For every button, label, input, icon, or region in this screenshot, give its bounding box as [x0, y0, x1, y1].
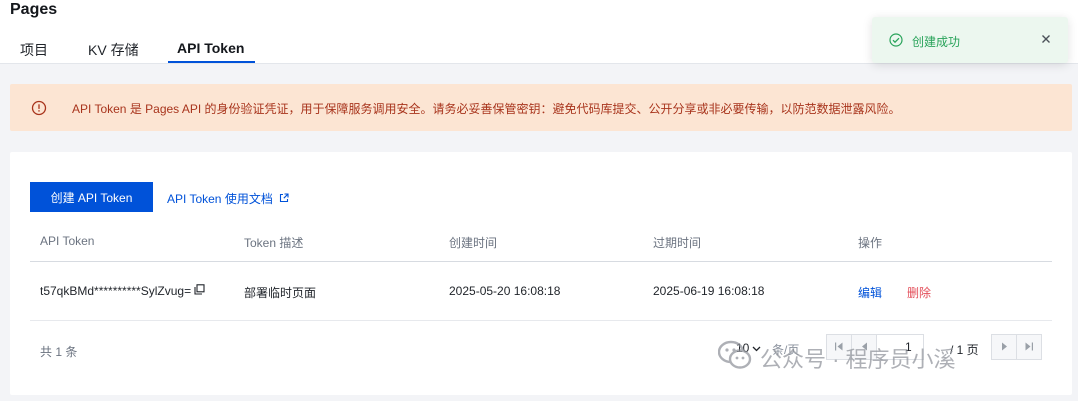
- tab-api-token[interactable]: API Token: [177, 40, 244, 56]
- page-title: Pages: [10, 1, 58, 18]
- table-row-token: t57qkBMd**********SylZvug=: [40, 284, 205, 298]
- table-row-divider: [30, 320, 1052, 321]
- next-page-button[interactable]: [991, 334, 1017, 360]
- first-page-icon: [834, 338, 844, 356]
- token-created-time: 2025-05-20 16:08:18: [449, 284, 561, 298]
- chevron-down-icon: [752, 341, 761, 355]
- active-tab-indicator: [168, 61, 255, 63]
- alert-text: API Token 是 Pages API 的身份验证凭证，用于保障服务调用安全…: [72, 102, 901, 116]
- delete-token-link[interactable]: 删除: [907, 284, 931, 301]
- first-page-button[interactable]: [826, 334, 852, 360]
- next-page-icon: [1001, 338, 1008, 356]
- edit-token-link[interactable]: 编辑: [858, 284, 882, 301]
- page-size-select[interactable]: 10: [736, 341, 761, 355]
- token-description: 部署临时页面: [244, 286, 317, 300]
- close-icon[interactable]: [1040, 32, 1052, 50]
- column-header-expires: 过期时间: [653, 236, 702, 250]
- column-header-api-token: API Token: [40, 234, 95, 248]
- page-size-value: 10: [736, 341, 750, 355]
- table-header-divider: [30, 261, 1052, 262]
- create-api-token-button[interactable]: 创建 API Token: [30, 182, 153, 212]
- copy-icon[interactable]: [194, 284, 205, 298]
- tab-projects[interactable]: 项目: [20, 40, 48, 60]
- total-count: 共 1 条: [40, 345, 78, 359]
- token-card: 创建 API Token API Token 使用文档 API Token To…: [10, 152, 1072, 395]
- last-page-icon: [1024, 338, 1034, 356]
- prev-page-icon: [861, 338, 868, 356]
- success-toast: 创建成功: [872, 17, 1068, 63]
- column-header-created: 创建时间: [449, 236, 498, 250]
- token-expire-time: 2025-06-19 16:08:18: [653, 284, 765, 298]
- per-page-label: 条/页: [772, 343, 800, 357]
- toast-message: 创建成功: [912, 35, 961, 49]
- total-pages-label: / 1 页: [950, 343, 979, 357]
- external-link-icon: [273, 192, 289, 206]
- doc-link-label: API Token 使用文档: [167, 192, 273, 206]
- security-warning-alert: API Token 是 Pages API 的身份验证凭证，用于保障服务调用安全…: [10, 84, 1072, 131]
- page-number-input[interactable]: [876, 334, 924, 360]
- prev-page-button[interactable]: [851, 334, 877, 360]
- check-circle-icon: [889, 33, 903, 52]
- warning-circle-icon: [31, 100, 47, 116]
- tab-kv-storage[interactable]: KV 存储: [88, 40, 139, 60]
- token-value: t57qkBMd**********SylZvug=: [40, 284, 192, 298]
- api-token-doc-link[interactable]: API Token 使用文档: [167, 190, 289, 207]
- column-header-description: Token 描述: [244, 236, 304, 250]
- column-header-actions: 操作: [858, 236, 883, 250]
- last-page-button[interactable]: [1016, 334, 1042, 360]
